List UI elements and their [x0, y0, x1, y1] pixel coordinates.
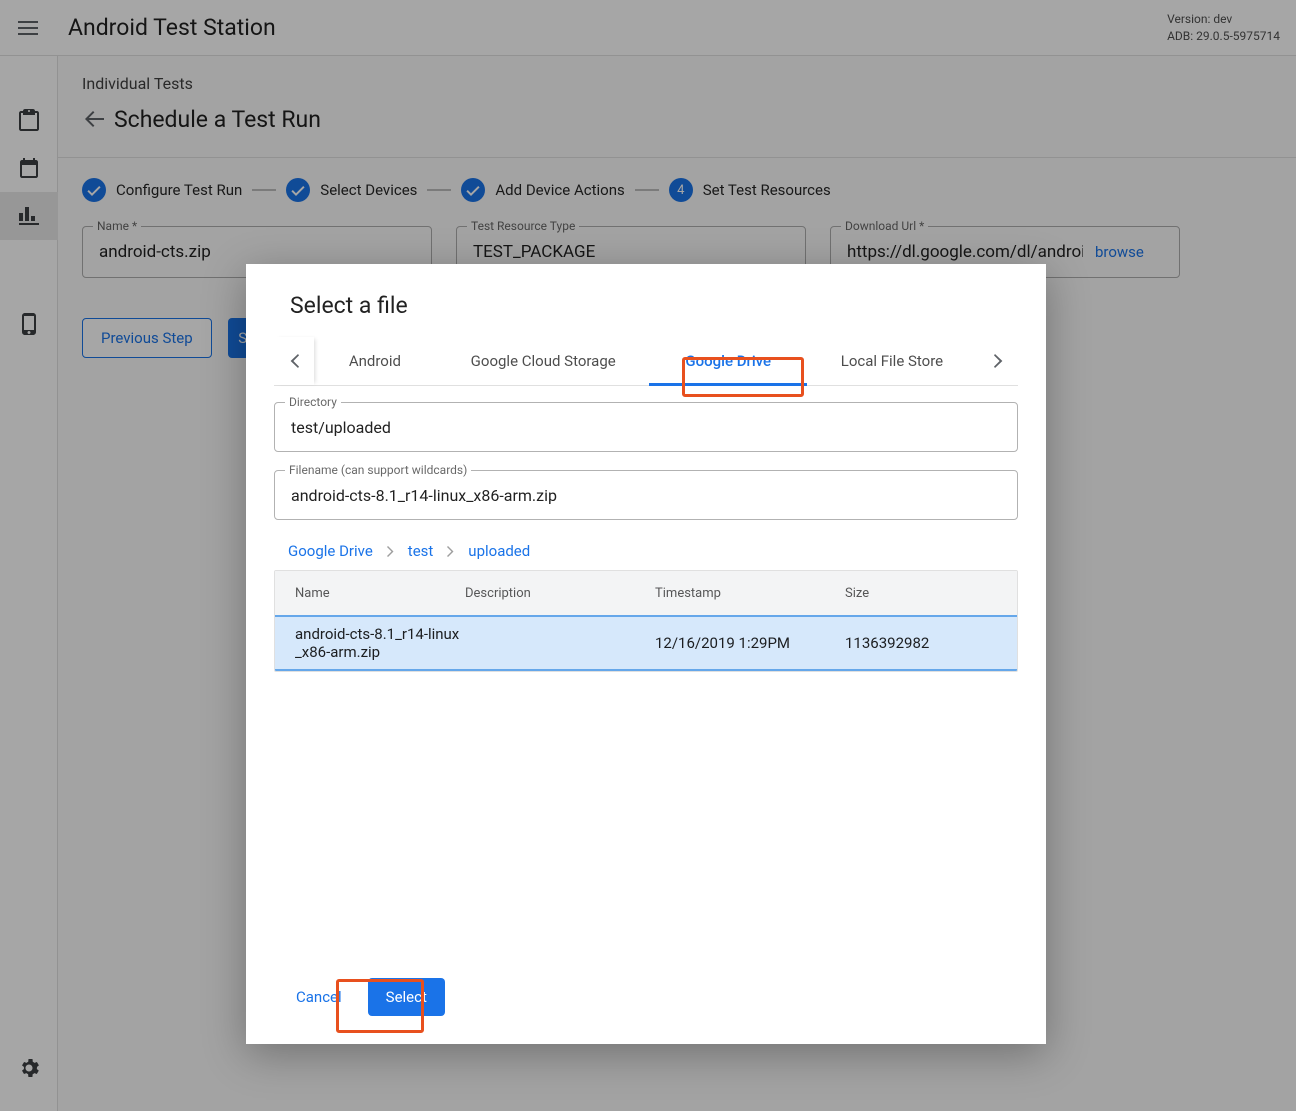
directory-label: Directory	[285, 395, 341, 409]
cell-name: android-cts-8.1_r14-linux_x86-arm.zip	[275, 625, 465, 661]
file-table: Name Description Timestamp Size android-…	[274, 570, 1018, 672]
tab-local-file-store[interactable]: Local File Store	[823, 337, 961, 385]
chevron-right-icon[interactable]	[978, 337, 1018, 385]
dialog-title: Select a file	[246, 292, 1046, 337]
tab-row: Android Google Cloud Storage Google Driv…	[274, 337, 1018, 386]
tab-gcs[interactable]: Google Cloud Storage	[453, 337, 634, 385]
crumb-test[interactable]: test	[408, 542, 434, 560]
tab-android[interactable]: Android	[331, 337, 419, 385]
path-breadcrumbs: Google Drive test uploaded	[274, 538, 1018, 570]
chevron-right-icon	[387, 546, 394, 557]
chevron-left-icon[interactable]	[274, 337, 314, 385]
filename-field[interactable]: Filename (can support wildcards)	[274, 470, 1018, 520]
directory-field[interactable]: Directory	[274, 402, 1018, 452]
col-desc: Description	[465, 586, 655, 601]
crumb-root[interactable]: Google Drive	[288, 542, 373, 560]
table-row[interactable]: android-cts-8.1_r14-linux_x86-arm.zip 12…	[275, 615, 1017, 671]
directory-input[interactable]	[289, 417, 1003, 438]
col-ts: Timestamp	[655, 586, 845, 601]
dialog-actions: Cancel Select	[246, 978, 1046, 1024]
cancel-button[interactable]: Cancel	[286, 980, 352, 1014]
tabs: Android Google Cloud Storage Google Driv…	[314, 337, 978, 385]
cell-size: 1136392982	[845, 634, 1005, 652]
filename-label: Filename (can support wildcards)	[285, 463, 471, 477]
col-name: Name	[275, 586, 465, 601]
col-size: Size	[845, 586, 1005, 601]
tab-google-drive[interactable]: Google Drive	[667, 337, 789, 385]
select-file-dialog: Select a file Android Google Cloud Stora…	[246, 264, 1046, 1044]
select-button[interactable]: Select	[368, 978, 445, 1016]
table-header: Name Description Timestamp Size	[275, 571, 1017, 615]
cell-ts: 12/16/2019 1:29PM	[655, 634, 845, 652]
filename-input[interactable]	[289, 485, 1003, 506]
dialog-body: Directory Filename (can support wildcard…	[246, 386, 1046, 978]
crumb-uploaded[interactable]: uploaded	[468, 542, 530, 560]
chevron-right-icon	[447, 546, 454, 557]
